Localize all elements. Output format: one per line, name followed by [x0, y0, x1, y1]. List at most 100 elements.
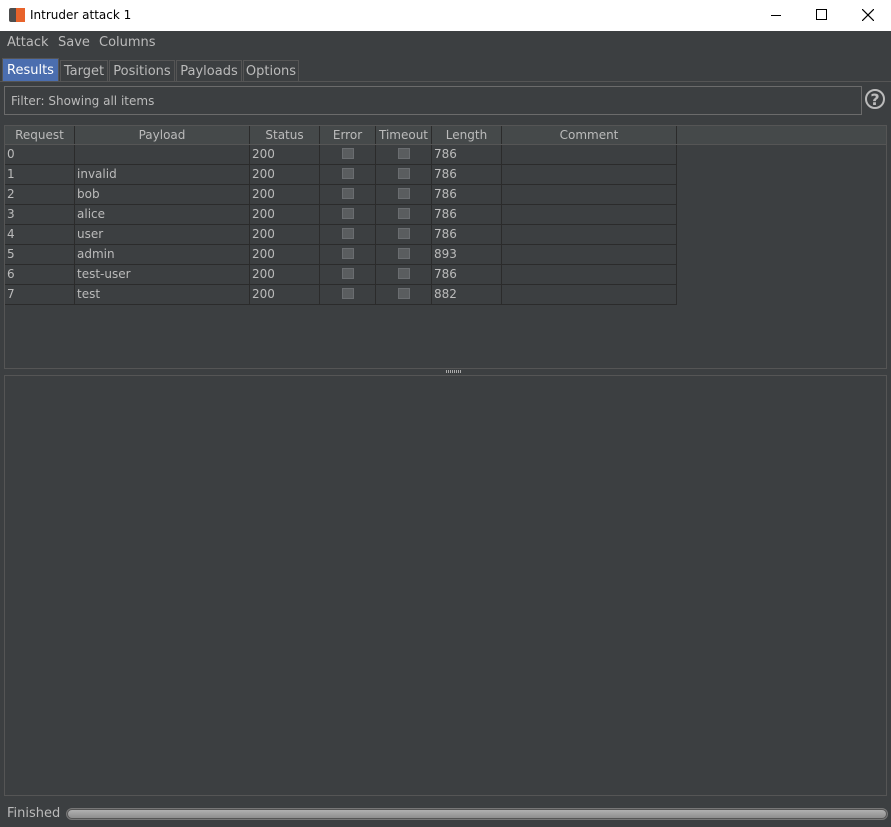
- cell-length: 786: [432, 185, 502, 204]
- cell-comment: [502, 285, 677, 304]
- tab-divider: [0, 81, 891, 82]
- cell-length: 893: [432, 245, 502, 264]
- cell-request: 4: [5, 225, 75, 244]
- results-table: Request Payload Status Error Timeout Len…: [4, 125, 887, 369]
- timeout-checkbox: [398, 268, 410, 279]
- table-header: Request Payload Status Error Timeout Len…: [5, 126, 886, 145]
- cell-comment: [502, 145, 677, 164]
- col-status[interactable]: Status: [250, 126, 320, 144]
- cell-comment: [502, 245, 677, 264]
- timeout-checkbox: [398, 208, 410, 219]
- table-row[interactable]: 3 alice 200 786: [5, 205, 677, 225]
- timeout-checkbox: [398, 248, 410, 259]
- cell-timeout: [376, 205, 432, 224]
- cell-status: 200: [250, 265, 320, 284]
- cell-status: 200: [250, 145, 320, 164]
- progress-fill: [68, 810, 886, 818]
- app-icon: [9, 8, 25, 22]
- table-row[interactable]: 6 test-user 200 786: [5, 265, 677, 285]
- cell-error: [320, 165, 376, 184]
- cell-length: 786: [432, 265, 502, 284]
- cell-comment: [502, 205, 677, 224]
- cell-length: 882: [432, 285, 502, 304]
- cell-error: [320, 225, 376, 244]
- timeout-checkbox: [398, 288, 410, 299]
- cell-status: 200: [250, 205, 320, 224]
- cell-error: [320, 205, 376, 224]
- status-text: Finished: [7, 806, 61, 821]
- menu-columns[interactable]: Columns: [99, 35, 156, 50]
- cell-request: 3: [5, 205, 75, 224]
- col-length[interactable]: Length: [432, 126, 502, 144]
- table-row[interactable]: 1 invalid 200 786: [5, 165, 677, 185]
- cell-request: 7: [5, 285, 75, 304]
- col-error[interactable]: Error: [320, 126, 376, 144]
- error-checkbox: [342, 268, 354, 279]
- cell-request: 6: [5, 265, 75, 284]
- error-checkbox: [342, 148, 354, 159]
- cell-comment: [502, 225, 677, 244]
- cell-payload: alice: [75, 205, 250, 224]
- maximize-button[interactable]: [799, 0, 845, 31]
- table-row[interactable]: 7 test 200 882: [5, 285, 677, 305]
- cell-request: 2: [5, 185, 75, 204]
- timeout-checkbox: [398, 188, 410, 199]
- error-checkbox: [342, 188, 354, 199]
- error-checkbox: [342, 208, 354, 219]
- cell-length: 786: [432, 225, 502, 244]
- col-request[interactable]: Request: [5, 126, 75, 144]
- help-icon[interactable]: ?: [865, 89, 885, 109]
- cell-error: [320, 265, 376, 284]
- cell-payload: user: [75, 225, 250, 244]
- cell-length: 786: [432, 205, 502, 224]
- cell-request: 0: [5, 145, 75, 164]
- menu-attack[interactable]: Attack: [7, 35, 49, 50]
- cell-status: 200: [250, 225, 320, 244]
- cell-error: [320, 245, 376, 264]
- cell-status: 200: [250, 245, 320, 264]
- filter-bar[interactable]: Filter: Showing all items: [4, 86, 862, 115]
- progress-bar: [66, 808, 888, 820]
- tab-results[interactable]: Results: [2, 58, 59, 81]
- cell-payload: test-user: [75, 265, 250, 284]
- cell-error: [320, 145, 376, 164]
- col-timeout[interactable]: Timeout: [376, 126, 432, 144]
- tab-positions[interactable]: Positions: [109, 60, 175, 81]
- cell-payload: bob: [75, 185, 250, 204]
- tab-bar: Results Target Positions Payloads Option…: [0, 56, 891, 82]
- cell-length: 786: [432, 145, 502, 164]
- cell-payload: [75, 145, 250, 164]
- close-button[interactable]: [845, 0, 891, 31]
- tab-options[interactable]: Options: [243, 60, 299, 81]
- cell-timeout: [376, 285, 432, 304]
- cell-comment: [502, 185, 677, 204]
- close-icon: [862, 9, 874, 21]
- cell-timeout: [376, 245, 432, 264]
- timeout-checkbox: [398, 228, 410, 239]
- splitter-grip[interactable]: [446, 370, 461, 373]
- menu-save[interactable]: Save: [58, 35, 90, 50]
- timeout-checkbox: [398, 148, 410, 159]
- cell-timeout: [376, 185, 432, 204]
- minimize-button[interactable]: [753, 0, 799, 31]
- cell-length: 786: [432, 165, 502, 184]
- cell-timeout: [376, 145, 432, 164]
- cell-error: [320, 285, 376, 304]
- table-row[interactable]: 0 200 786: [5, 145, 677, 165]
- cell-request: 5: [5, 245, 75, 264]
- col-comment[interactable]: Comment: [502, 126, 677, 144]
- detail-panel: [4, 375, 887, 796]
- cell-timeout: [376, 225, 432, 244]
- col-payload[interactable]: Payload: [75, 126, 250, 144]
- cell-comment: [502, 265, 677, 284]
- tab-payloads[interactable]: Payloads: [176, 60, 242, 81]
- cell-request: 1: [5, 165, 75, 184]
- cell-error: [320, 185, 376, 204]
- error-checkbox: [342, 248, 354, 259]
- title-bar: Intruder attack 1: [0, 0, 891, 32]
- table-row[interactable]: 5 admin 200 893: [5, 245, 677, 265]
- tab-target[interactable]: Target: [60, 60, 108, 81]
- table-row[interactable]: 4 user 200 786: [5, 225, 677, 245]
- error-checkbox: [342, 228, 354, 239]
- table-row[interactable]: 2 bob 200 786: [5, 185, 677, 205]
